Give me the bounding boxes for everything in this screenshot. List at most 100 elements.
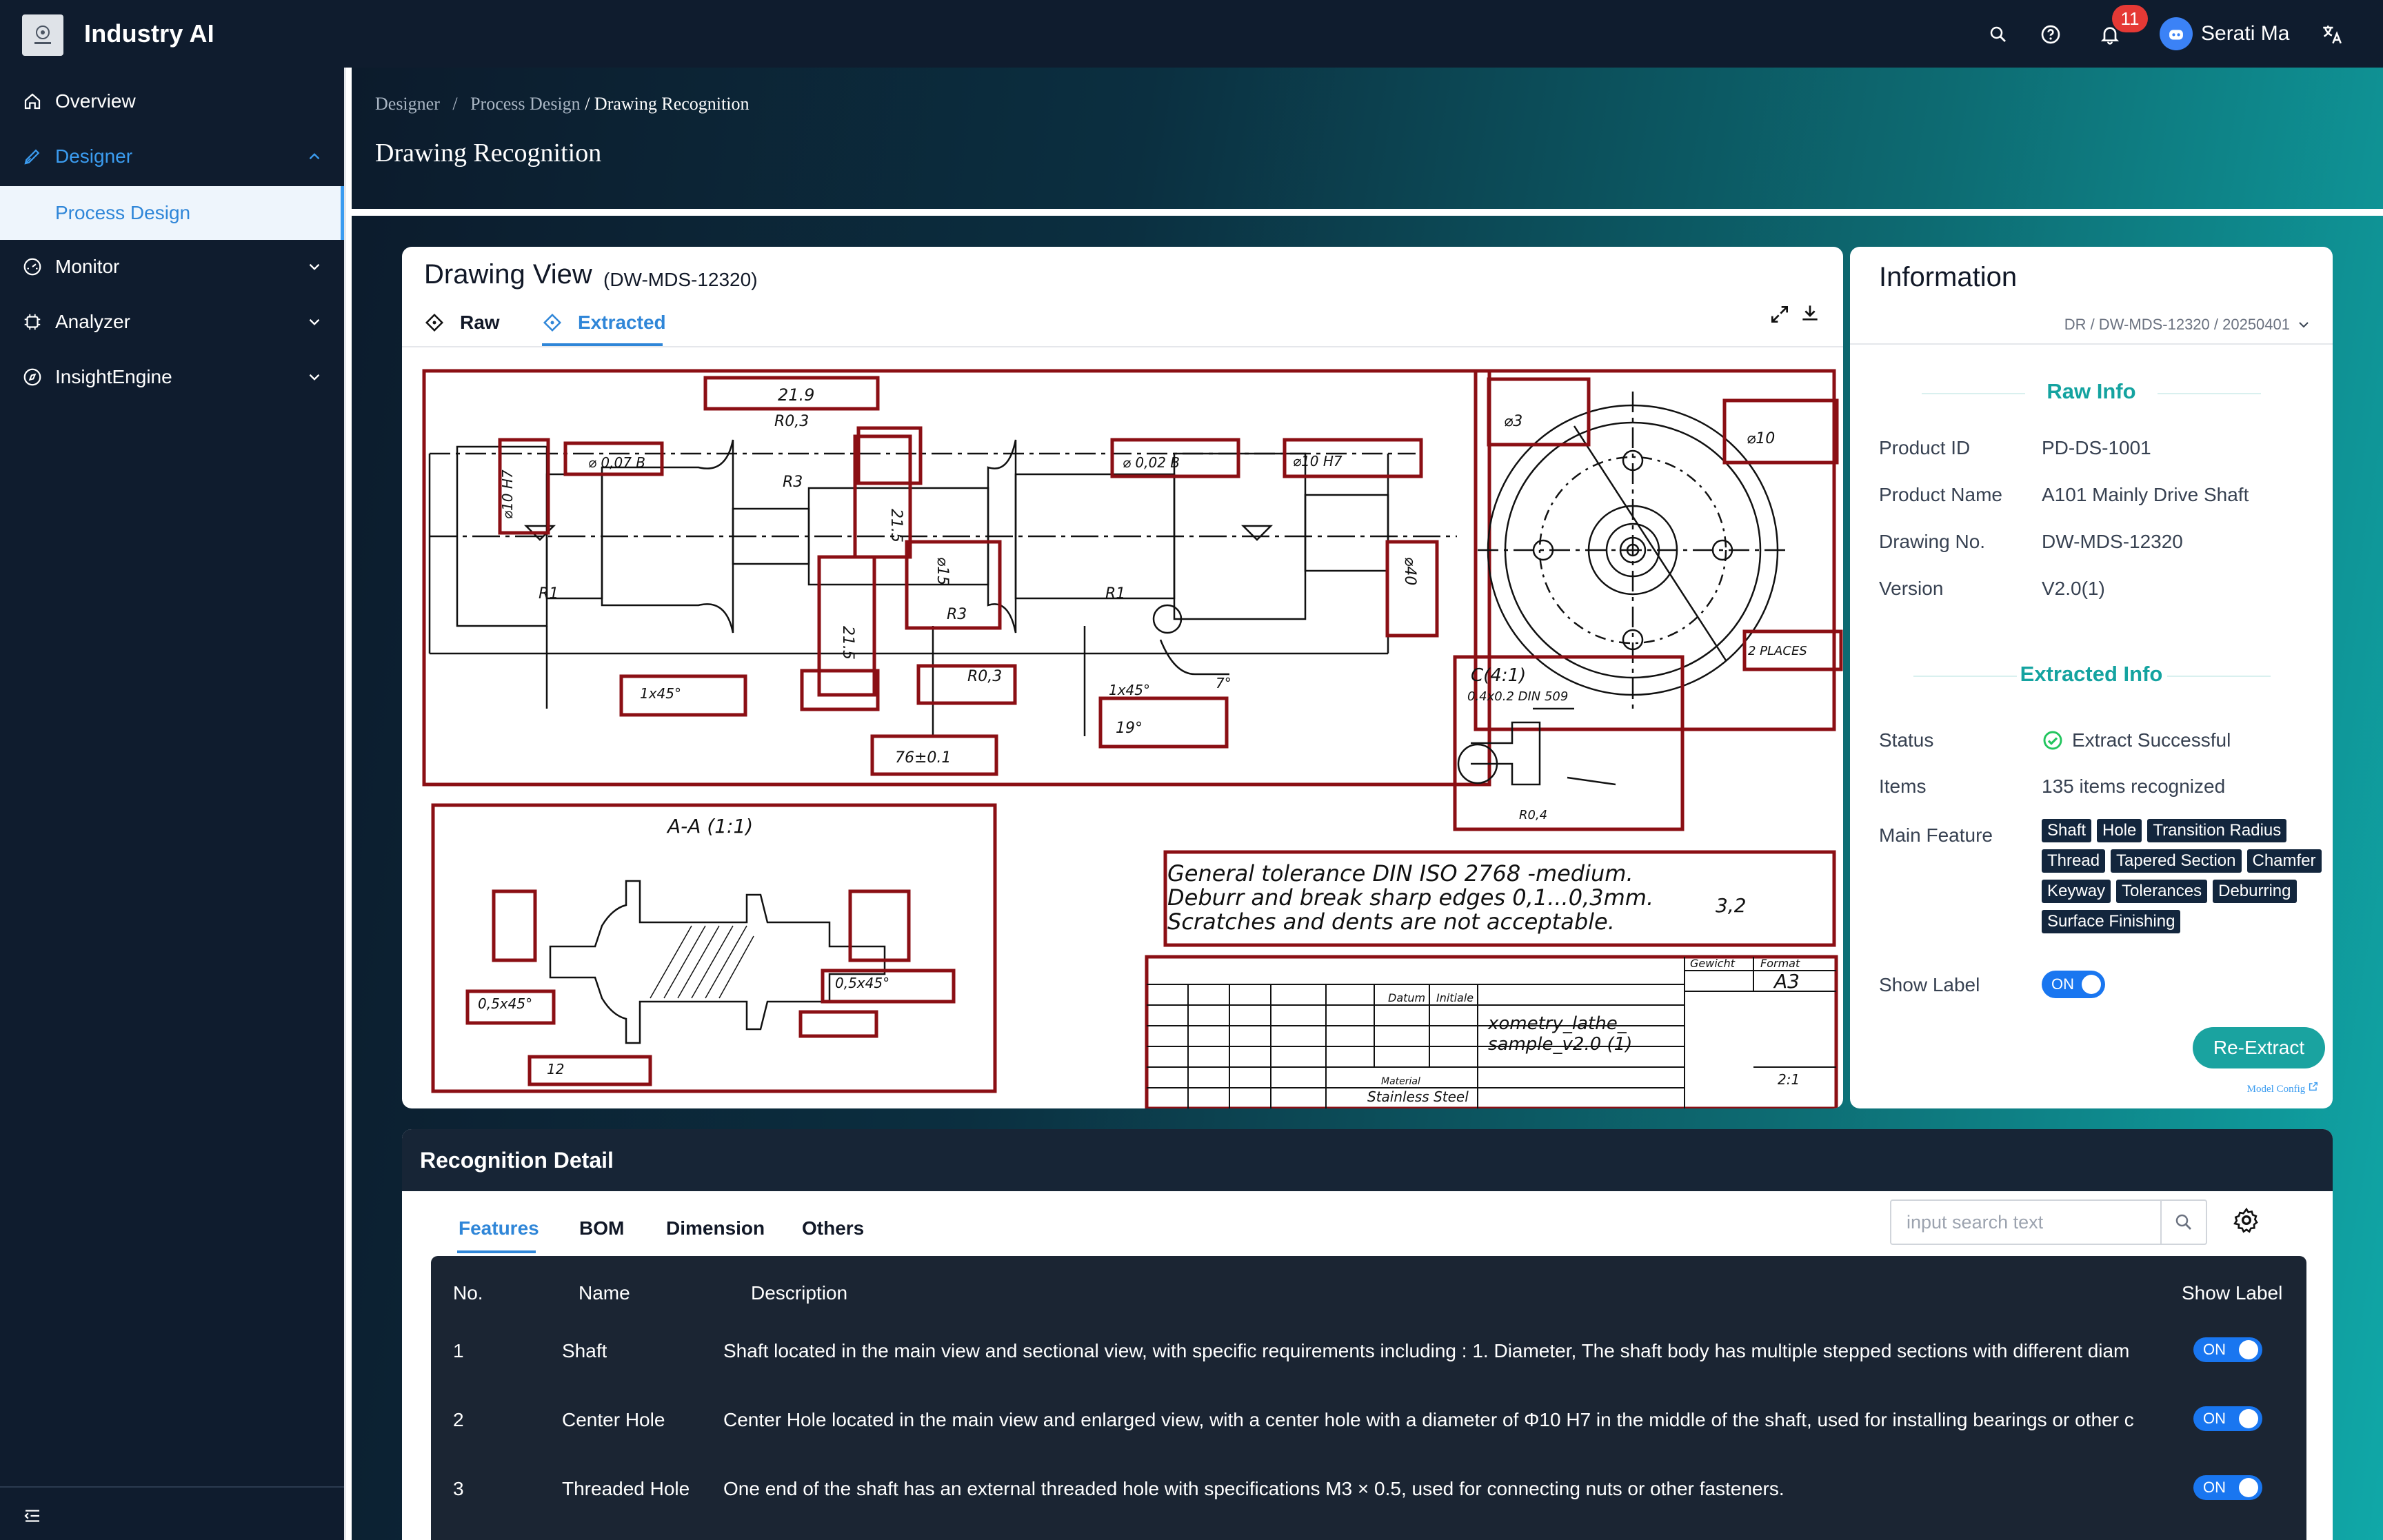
tab-label: Extracted bbox=[578, 312, 666, 333]
notification-badge: 11 bbox=[2112, 5, 2148, 32]
svg-text:7°: 7° bbox=[1216, 675, 1231, 691]
version-label: Version bbox=[1879, 578, 1944, 599]
tab-extracted[interactable]: Extracted bbox=[542, 302, 666, 343]
tab-others[interactable]: Others bbox=[802, 1217, 864, 1239]
cell-name: Shaft bbox=[562, 1340, 607, 1361]
feature-tag: Keyway bbox=[2042, 880, 2111, 903]
chevron-down-icon bbox=[309, 318, 320, 325]
search-input[interactable] bbox=[1891, 1202, 2160, 1243]
sidebar-item-label: Overview bbox=[55, 90, 136, 112]
svg-text:R3: R3 bbox=[783, 474, 803, 491]
page-title: Drawing Recognition bbox=[375, 139, 602, 168]
show-label-label: Show Label bbox=[1879, 974, 1980, 995]
search-button[interactable] bbox=[2160, 1201, 2206, 1244]
svg-text:21.5: 21.5 bbox=[839, 626, 856, 660]
feature-tag: Shaft bbox=[2042, 819, 2092, 842]
information-title: Information bbox=[1879, 262, 2018, 292]
help-icon[interactable] bbox=[2037, 21, 2064, 48]
main-content: Designer / Process Design / Drawing Reco… bbox=[352, 68, 2383, 1540]
chevron-down-icon bbox=[309, 374, 320, 381]
show-label-toggle[interactable]: ON bbox=[2042, 971, 2105, 998]
breadcrumb-process-design[interactable]: Process Design bbox=[470, 94, 581, 114]
svg-text:Stainless Steel: Stainless Steel bbox=[1367, 1088, 1469, 1105]
svg-text:⌀15: ⌀15 bbox=[934, 557, 951, 585]
show-label-toggle[interactable]: ON bbox=[2193, 1406, 2262, 1431]
main-feature-label: Main Feature bbox=[1879, 824, 1993, 846]
tab-raw[interactable]: Raw bbox=[424, 302, 500, 343]
sidebar-item-monitor[interactable]: Monitor bbox=[0, 240, 344, 294]
sidebar-item-designer[interactable]: Designer bbox=[0, 130, 344, 183]
svg-text:⌀10: ⌀10 bbox=[1747, 430, 1775, 447]
status-text: Extract Successful bbox=[2072, 729, 2231, 751]
diamond-icon bbox=[543, 313, 562, 332]
cell-description: Shaft located in the main view and secti… bbox=[723, 1340, 2130, 1361]
feature-tag: Hole bbox=[2097, 819, 2142, 842]
avatar[interactable] bbox=[2160, 17, 2193, 50]
product-name-value: A101 Mainly Drive Shaft bbox=[2042, 484, 2249, 505]
svg-text:19°: 19° bbox=[1116, 720, 1143, 737]
chevron-down-icon bbox=[2299, 322, 2309, 328]
table-row[interactable]: 1 Shaft Shaft located in the main view a… bbox=[431, 1317, 2306, 1386]
table-row[interactable]: 2 Center Hole Center Hole located in the… bbox=[431, 1386, 2306, 1455]
svg-text:R0,3: R0,3 bbox=[774, 413, 809, 430]
collapse-menu-icon[interactable] bbox=[22, 1506, 43, 1526]
column-header-show-label: Show Label bbox=[2182, 1282, 2283, 1304]
svg-text:76±0.1: 76±0.1 bbox=[895, 749, 951, 767]
svg-text:⌀3: ⌀3 bbox=[1504, 413, 1522, 430]
app-logo[interactable] bbox=[22, 14, 63, 56]
items-label: Items bbox=[1879, 776, 1927, 797]
sidebar-item-insightengine[interactable]: InsightEngine bbox=[0, 350, 344, 404]
section-line bbox=[2167, 676, 2271, 677]
svg-text:⌀ 0,02 B: ⌀ 0,02 B bbox=[1123, 454, 1180, 471]
svg-text:1x45°: 1x45° bbox=[640, 685, 681, 702]
chip-icon bbox=[24, 314, 41, 330]
robot-icon bbox=[2169, 30, 2183, 40]
svg-text:2 PLACES: 2 PLACES bbox=[1748, 644, 1807, 658]
breadcrumb-separator: / bbox=[452, 94, 458, 114]
svg-text:Initiale: Initiale bbox=[1436, 991, 1474, 1004]
table-row[interactable]: 3 Threaded Hole One end of the shaft has… bbox=[431, 1455, 2306, 1523]
breadcrumb-designer[interactable]: Designer bbox=[375, 94, 440, 114]
svg-text:R1: R1 bbox=[1105, 585, 1125, 602]
column-header-name: Name bbox=[579, 1282, 630, 1304]
main-feature-tags: Shaft Hole Transition Radius Thread Tape… bbox=[2042, 819, 2331, 933]
external-link-icon bbox=[2309, 1082, 2318, 1091]
version-selector[interactable]: DR / DW-MDS-12320 / 20250401 bbox=[2064, 316, 2312, 334]
sidebar-item-label: Process Design bbox=[55, 202, 191, 223]
tab-bom[interactable]: BOM bbox=[579, 1217, 624, 1239]
extracted-info-heading: Extracted Info bbox=[2020, 662, 2163, 686]
svg-text:A3: A3 bbox=[1773, 970, 1800, 993]
sidebar-item-label: Analyzer bbox=[55, 311, 130, 332]
svg-text:21.5: 21.5 bbox=[887, 509, 905, 543]
cell-no: 2 bbox=[453, 1409, 464, 1430]
language-icon[interactable] bbox=[2318, 21, 2346, 48]
svg-text:C(4:1): C(4:1) bbox=[1471, 665, 1526, 686]
svg-text:A-A (1:1): A-A (1:1) bbox=[666, 815, 753, 838]
model-config-link[interactable]: Model Config bbox=[2247, 1081, 2319, 1095]
search-icon[interactable] bbox=[1984, 21, 2012, 48]
svg-text:R3: R3 bbox=[947, 606, 967, 623]
tab-dimension[interactable]: Dimension bbox=[666, 1217, 765, 1239]
show-label-toggle[interactable]: ON bbox=[2193, 1337, 2262, 1362]
search-icon bbox=[2175, 1214, 2191, 1230]
gear-icon[interactable] bbox=[2233, 1206, 2260, 1234]
tab-features[interactable]: Features bbox=[459, 1217, 539, 1239]
feature-tag: Surface Finishing bbox=[2042, 910, 2181, 933]
expand-icon[interactable] bbox=[1769, 303, 1791, 325]
show-label-toggle[interactable]: ON bbox=[2193, 1475, 2262, 1500]
sidebar-item-analyzer[interactable]: Analyzer bbox=[0, 295, 344, 349]
sidebar-footer bbox=[0, 1486, 344, 1540]
header-divider bbox=[352, 209, 2383, 216]
recognition-detail-title: Recognition Detail bbox=[402, 1129, 2333, 1191]
breadcrumb: Designer / Process Design / Drawing Reco… bbox=[375, 94, 749, 114]
sidebar-item-label: InsightEngine bbox=[55, 366, 172, 387]
re-extract-button[interactable]: Re-Extract bbox=[2193, 1027, 2325, 1068]
version-path: DR / DW-MDS-12320 / 20250401 bbox=[2064, 316, 2290, 333]
svg-text:Format: Format bbox=[1760, 957, 1800, 970]
download-icon[interactable] bbox=[1799, 302, 1821, 324]
sidebar-item-overview[interactable]: Overview bbox=[0, 74, 344, 128]
user-name[interactable]: Serati Ma bbox=[2201, 22, 2289, 45]
sidebar-item-process-design[interactable]: Process Design bbox=[0, 186, 344, 240]
status-label: Status bbox=[1879, 729, 1934, 751]
toggle-text: ON bbox=[2203, 1341, 2226, 1358]
